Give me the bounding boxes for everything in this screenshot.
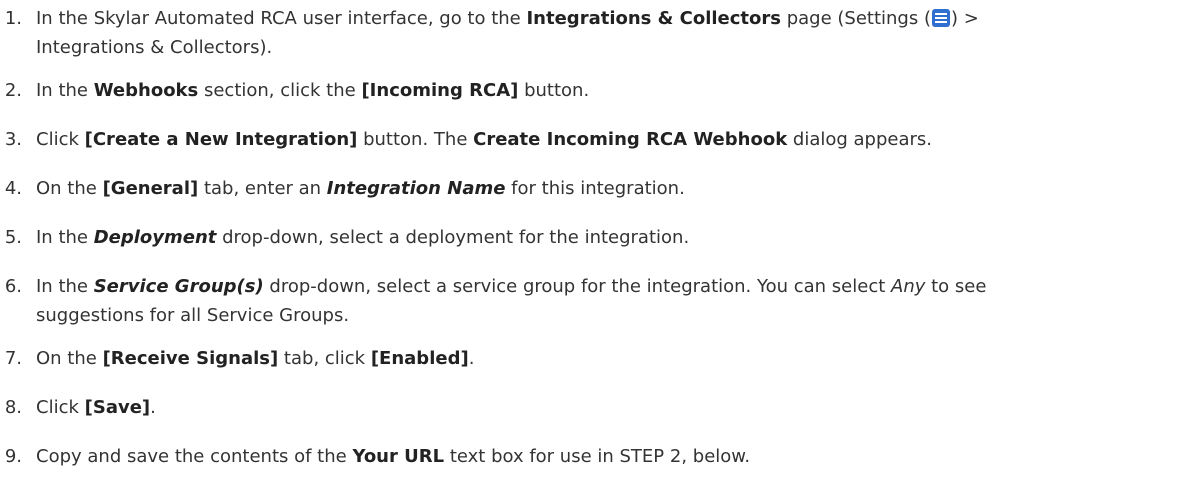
step-text: In the Service Group(s) drop-down, selec… bbox=[36, 276, 987, 297]
step-number: 3. bbox=[4, 129, 22, 150]
step-number: 4. bbox=[4, 178, 22, 199]
step-number: 7. bbox=[4, 348, 22, 369]
step-text: In the Deployment drop-down, select a de… bbox=[36, 227, 690, 248]
step-number: 9. bbox=[4, 446, 22, 467]
settings-menu-icon bbox=[931, 9, 950, 27]
step-number: 8. bbox=[4, 397, 22, 418]
option-name: Any bbox=[891, 276, 926, 297]
step-text: Click [Save]. bbox=[36, 397, 156, 418]
tab-name: [Receive Signals] bbox=[102, 348, 279, 369]
step-text: In the Webhooks section, click the [Inco… bbox=[36, 80, 590, 101]
button-name: [Create a New Integration] bbox=[84, 129, 358, 150]
field-name: Integration Name bbox=[326, 178, 506, 199]
button-name: [Enabled] bbox=[370, 348, 469, 369]
step-number: 2. bbox=[4, 80, 22, 101]
button-name: [Save] bbox=[84, 397, 151, 418]
tab-name: [General] bbox=[102, 178, 199, 199]
button-name: [Incoming RCA] bbox=[361, 80, 519, 101]
step-number: 6. bbox=[4, 276, 22, 297]
field-name: Deployment bbox=[93, 227, 217, 248]
step-text-continued: Integrations & Collectors). bbox=[36, 37, 273, 58]
field-name: Your URL bbox=[352, 446, 445, 467]
step-text: In the Skylar Automated RCA user interfa… bbox=[36, 8, 979, 29]
step-number: 5. bbox=[4, 227, 22, 248]
step-text: On the [Receive Signals] tab, click [Ena… bbox=[36, 348, 475, 369]
page-name: Integrations & Collectors bbox=[526, 8, 781, 29]
step-text: Click [Create a New Integration] button.… bbox=[36, 129, 932, 150]
step-text: On the [General] tab, enter an Integrati… bbox=[36, 178, 685, 199]
step-number: 1. bbox=[4, 8, 22, 29]
dialog-name: Create Incoming RCA Webhook bbox=[473, 129, 788, 150]
section-name: Webhooks bbox=[93, 80, 199, 101]
field-name: Service Group(s) bbox=[93, 276, 264, 297]
step-text-continued: suggestions for all Service Groups. bbox=[36, 305, 350, 326]
step-text: Copy and save the contents of the Your U… bbox=[36, 446, 751, 467]
